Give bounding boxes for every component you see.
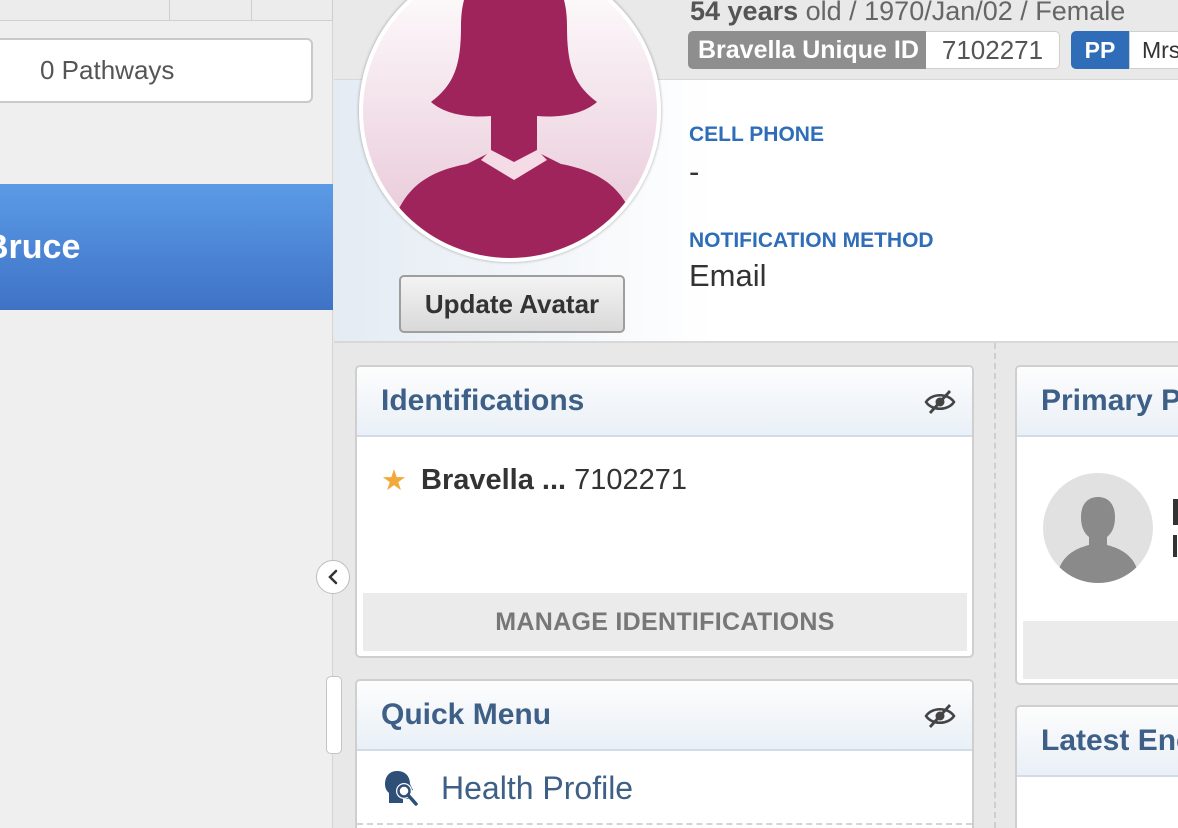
chevron-left-icon xyxy=(328,569,338,585)
latest-encounter-card: Latest Enc xyxy=(1015,705,1178,828)
quick-menu-item-label: Health Profile xyxy=(441,769,634,806)
pp-badge: PP xyxy=(1071,31,1129,69)
column-divider xyxy=(994,343,996,828)
left-tab[interactable] xyxy=(252,0,333,20)
unique-id-value: 7102271 xyxy=(926,31,1060,69)
identifications-title: Identifications xyxy=(381,384,585,417)
provider-name-fragment xyxy=(1173,499,1178,525)
collapse-pane-button[interactable] xyxy=(316,560,350,594)
latest-encounter-title: Latest Enc xyxy=(1041,724,1178,757)
unique-id-label: Bravella Unique ID xyxy=(688,31,926,69)
cell-phone-label: CELL PHONE xyxy=(689,123,824,146)
quick-menu-header: Quick Menu xyxy=(357,681,972,751)
quick-menu-item-health-profile[interactable]: Health Profile xyxy=(357,753,972,825)
pathways-label: 0 Pathways xyxy=(40,55,175,85)
provider-avatar xyxy=(1043,473,1153,583)
selected-patient-item[interactable]: Bruce xyxy=(0,184,333,310)
primary-provider-card: Primary Pr xyxy=(1015,365,1178,685)
identification-row[interactable]: ★ Bravella ... 7102271 xyxy=(381,463,687,498)
provider-action-button[interactable] xyxy=(1023,621,1178,679)
patient-demographics: 54 years old / 1970/Jan/02 / Female xyxy=(690,0,1125,27)
quick-menu-title: Quick Menu xyxy=(381,698,552,731)
pp-value: Mrs xyxy=(1129,31,1178,69)
patient-list-pane: 0 Pathways Bruce xyxy=(0,0,333,828)
person-icon xyxy=(1059,497,1137,583)
cell-phone-value: - xyxy=(689,154,700,189)
eye-hidden-icon[interactable] xyxy=(924,389,956,415)
star-icon: ★ xyxy=(381,465,407,497)
left-tab[interactable] xyxy=(0,0,170,20)
identifications-header: Identifications xyxy=(357,367,972,437)
pathways-button[interactable]: 0 Pathways xyxy=(0,38,313,103)
identification-name: Bravella ... xyxy=(421,464,567,496)
selected-patient-name: Bruce xyxy=(0,227,81,266)
primary-provider-header: Primary Pr xyxy=(1017,367,1178,437)
left-tab[interactable] xyxy=(170,0,252,20)
notification-method-label: NOTIFICATION METHOD xyxy=(689,229,934,252)
patient-dob-gender: old / 1970/Jan/02 / Female xyxy=(798,0,1126,26)
identification-value: 7102271 xyxy=(574,464,687,496)
health-profile-icon xyxy=(385,771,418,806)
eye-hidden-icon[interactable] xyxy=(924,703,956,729)
patient-age: 54 years xyxy=(690,0,799,26)
provider-detail-fragment xyxy=(1173,535,1177,557)
primary-provider-title: Primary Pr xyxy=(1041,384,1178,417)
latest-encounter-header: Latest Enc xyxy=(1017,707,1178,777)
pane-resize-handle[interactable] xyxy=(326,676,342,754)
identifications-card: Identifications ★ Bravella ... 7102271 M… xyxy=(355,365,974,658)
left-tab-strip xyxy=(0,0,333,21)
update-avatar-button[interactable]: Update Avatar xyxy=(399,275,625,333)
manage-identifications-button[interactable]: MANAGE IDENTIFICATIONS xyxy=(363,593,967,651)
notification-method-value: Email xyxy=(689,258,767,293)
quick-menu-card: Quick Menu Health Profile xyxy=(355,679,974,828)
